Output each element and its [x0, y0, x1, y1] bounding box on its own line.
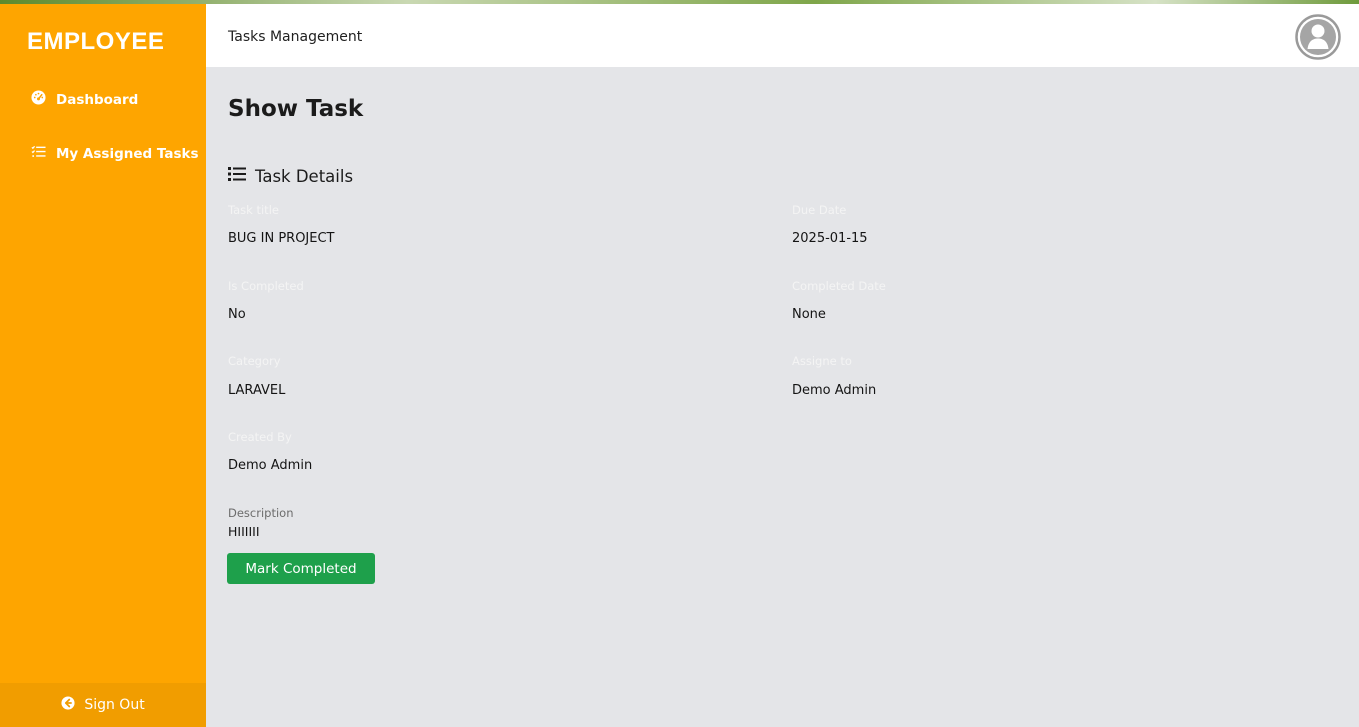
- sidebar-item-label: Dashboard: [56, 91, 139, 108]
- sidebar-item-my-assigned-tasks[interactable]: My Assigned Tasks: [31, 144, 199, 163]
- description-label: Description: [228, 506, 294, 520]
- page-title: Show Task: [228, 96, 364, 122]
- due-date-label: Due Date: [792, 203, 847, 217]
- assigned-to-label: Assigne to: [792, 354, 852, 368]
- sidebar-item-label: My Assigned Tasks: [56, 145, 199, 162]
- top-header: Tasks Management: [206, 4, 1359, 67]
- sign-out-label: Sign Out: [84, 697, 145, 713]
- created-by-value: Demo Admin: [228, 458, 313, 473]
- list-icon: [228, 166, 246, 186]
- created-by-label: Created By: [228, 430, 292, 444]
- arrow-circle-left-icon: [61, 696, 75, 714]
- is-completed-value: No: [228, 307, 246, 322]
- sidebar-item-dashboard[interactable]: Dashboard: [31, 90, 138, 109]
- is-completed-label: Is Completed: [228, 279, 304, 293]
- category-value: LARAVEL: [228, 383, 286, 398]
- section-title-label: Task Details: [255, 166, 354, 186]
- header-title: Tasks Management: [228, 29, 363, 45]
- category-label: Category: [228, 354, 281, 368]
- sidebar: EMPLOYEE Dashboard My Assigned Tasks Sig…: [0, 4, 206, 727]
- dashboard-gauge-icon: [31, 90, 46, 109]
- user-avatar-icon[interactable]: [1295, 14, 1341, 60]
- completed-date-label: Completed Date: [792, 279, 886, 293]
- brand-title: EMPLOYEE: [27, 28, 165, 55]
- description-value: HIIIIII: [228, 524, 260, 539]
- task-title-value: BUG IN PROJECT: [228, 231, 335, 246]
- task-list-icon: [31, 144, 46, 163]
- mark-completed-button[interactable]: Mark Completed: [227, 553, 375, 584]
- completed-date-value: None: [792, 307, 826, 322]
- main-content: Show Task Task Details Task title BUG IN…: [206, 67, 1359, 727]
- section-title: Task Details: [228, 166, 353, 186]
- due-date-value: 2025-01-15: [792, 231, 868, 246]
- sign-out-button[interactable]: Sign Out: [0, 683, 206, 727]
- task-title-label: Task title: [228, 203, 279, 217]
- assigned-to-value: Demo Admin: [792, 383, 877, 398]
